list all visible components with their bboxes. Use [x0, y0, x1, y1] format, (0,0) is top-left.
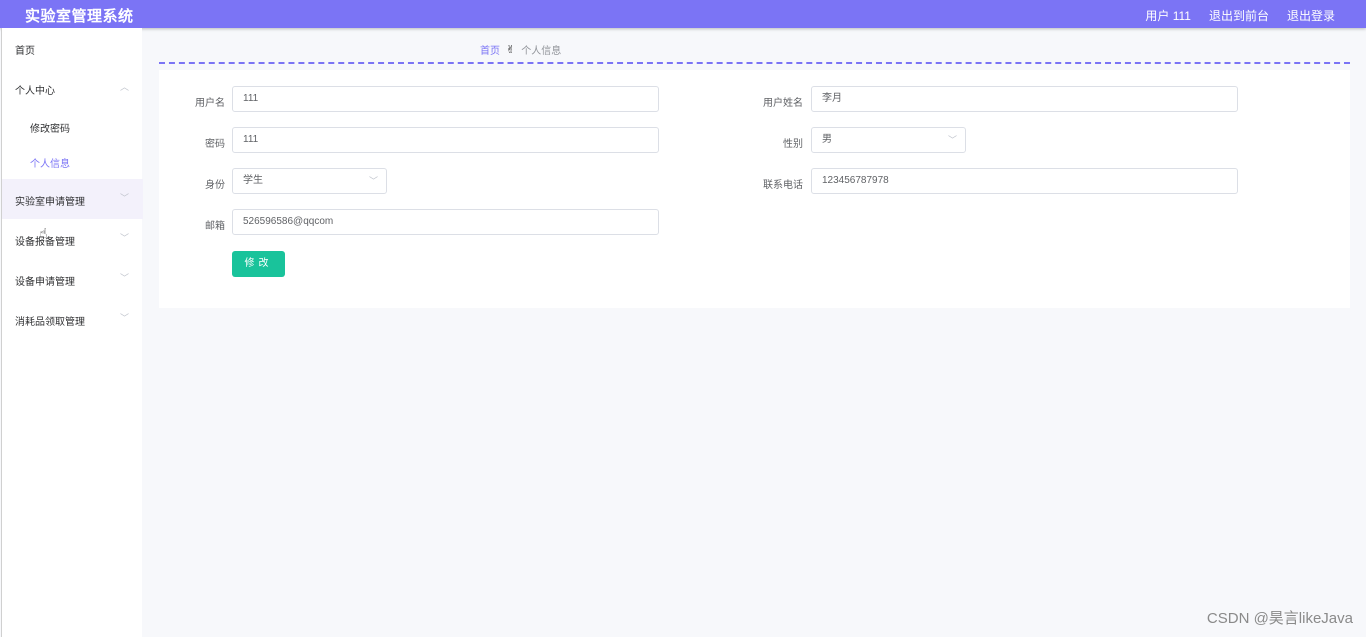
chevron-down-icon: ﹀	[368, 176, 378, 186]
sidebar-item-lab-apply[interactable]: 实验室申请管理 ﹀	[2, 179, 143, 219]
sidebar-item-label: 首页	[15, 46, 35, 57]
sidebar-item-personal-info[interactable]: 个人信息	[2, 141, 143, 181]
email-field[interactable]: 526596586@qqcom	[232, 209, 659, 235]
realname-field[interactable]: 李月	[811, 86, 1238, 112]
sidebar-item-label: 个人信息	[30, 159, 70, 170]
gender-select[interactable]: 男 ﹀	[811, 127, 966, 153]
breadcrumb: 首页 ✌ 个人信息	[480, 42, 561, 57]
phone-field[interactable]: 123456787978	[811, 168, 1238, 194]
chevron-down-icon: ﹀	[119, 233, 129, 243]
sidebar-item-change-password[interactable]: 修改密码	[2, 106, 143, 146]
sidebar-item-personal-center[interactable]: 个人中心 ︿	[2, 68, 143, 108]
password-field[interactable]: 111	[232, 127, 659, 153]
sidebar-item-device-apply[interactable]: 设备申请管理 ﹀	[2, 259, 143, 299]
chevron-down-icon: ﹀	[119, 313, 129, 323]
divider	[159, 62, 1350, 64]
email-label: 邮箱	[205, 221, 225, 232]
sidebar-item-home[interactable]: 首页	[2, 28, 143, 68]
profile-form: 用户名 111 用户姓名 李月 密码 111 性别 男 ﹀ 身份 学生 ﹀ 联系…	[159, 70, 1350, 308]
chevron-down-icon: ﹀	[947, 135, 957, 145]
password-label: 密码	[205, 139, 225, 150]
breadcrumb-current: 个人信息	[521, 46, 562, 57]
sidebar-item-label: 个人中心	[15, 86, 55, 97]
identity-label: 身份	[205, 180, 225, 191]
identity-select[interactable]: 学生 ﹀	[232, 168, 387, 194]
chevron-down-icon: ﹀	[119, 193, 129, 203]
hand-icon: ✌	[506, 44, 516, 56]
app-title: 实验室管理系统	[25, 8, 134, 25]
sidebar-item-label: 修改密码	[30, 124, 70, 135]
username-field[interactable]: 111	[232, 86, 659, 112]
realname-label: 用户姓名	[763, 98, 803, 109]
gender-label: 性别	[783, 139, 803, 150]
sidebar-item-label: 实验室申请管理	[15, 197, 85, 208]
sidebar-item-label: 设备申请管理	[15, 277, 75, 288]
top-right-links: 用户 111 退出到前台 退出登录	[1145, 7, 1335, 24]
sidebar-item-consumables[interactable]: 消耗品领取管理 ﹀	[2, 299, 143, 339]
watermark: CSDN @昊言likeJava	[1206, 610, 1353, 627]
mouse-cursor-icon: ☝	[39, 225, 48, 241]
top-bar: 实验室管理系统 用户 111 退出到前台 退出登录	[0, 0, 1366, 28]
logout-link[interactable]: 退出登录	[1287, 7, 1335, 24]
breadcrumb-home[interactable]: 首页	[480, 42, 500, 57]
user-label: 用户 111	[1145, 9, 1191, 23]
identity-value: 学生	[243, 175, 263, 186]
sidebar-item-label: 消耗品领取管理	[15, 317, 85, 328]
chevron-down-icon: ﹀	[119, 273, 129, 283]
sidebar: 首页 个人中心 ︿ 修改密码 个人信息 实验室申请管理 ﹀ 设备报备管理 ﹀ 设…	[1, 28, 143, 637]
gender-value: 男	[822, 134, 832, 145]
username-label: 用户名	[195, 98, 225, 109]
exit-front-link[interactable]: 退出到前台	[1209, 7, 1269, 24]
phone-label: 联系电话	[763, 180, 803, 191]
main-content: 首页 ✌ 个人信息 用户名 111 用户姓名 李月 密码 111 性别 男 ﹀ …	[142, 28, 1366, 637]
sidebar-item-device-report[interactable]: 设备报备管理 ﹀	[2, 219, 143, 259]
submit-button[interactable]: 修改	[232, 251, 285, 277]
chevron-up-icon: ︿	[119, 82, 129, 92]
